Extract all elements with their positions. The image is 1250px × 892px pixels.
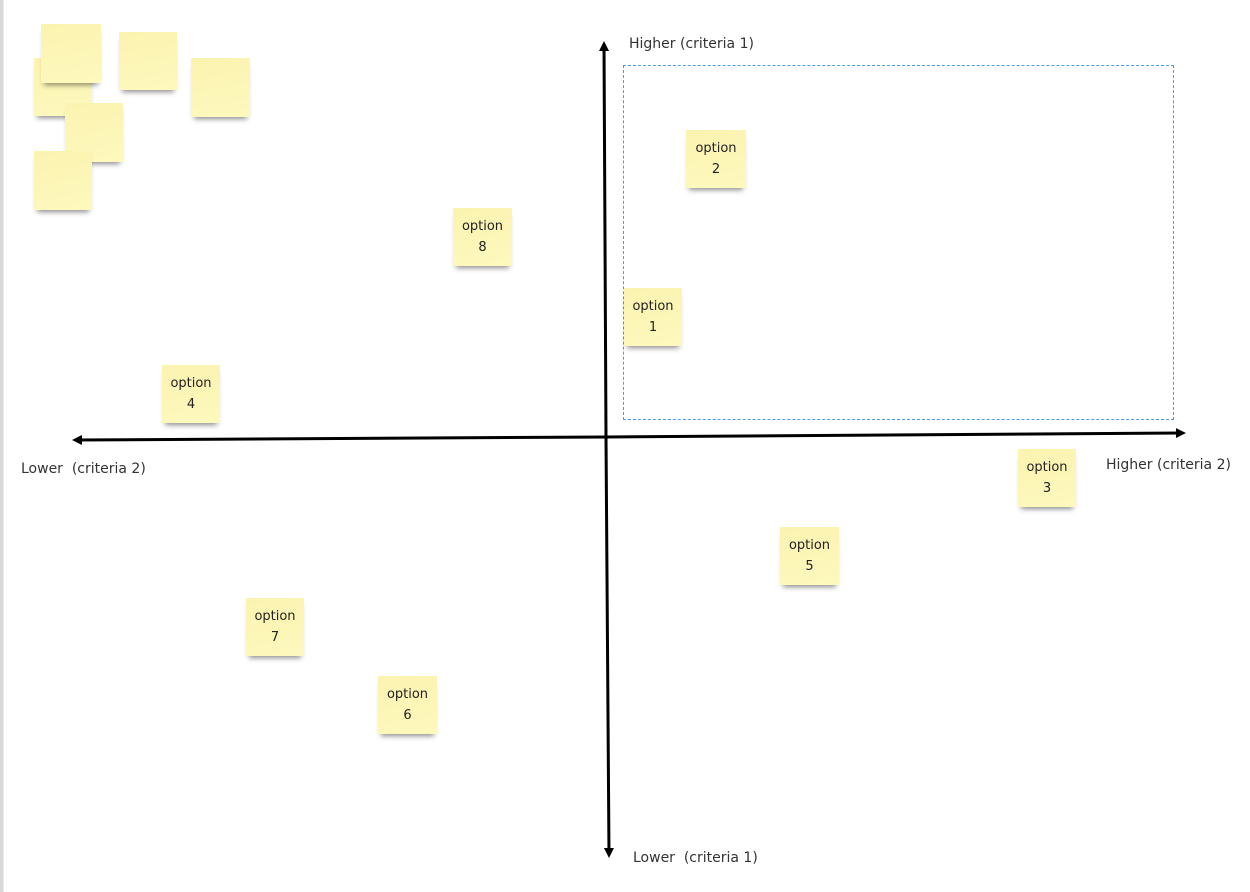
blank-sticky-note[interactable]: [34, 151, 92, 210]
blank-sticky-note[interactable]: [191, 58, 250, 117]
vertical-axis-up-arrow[interactable]: [599, 41, 610, 438]
horizontal-right-label[interactable]: Higher (criteria 2): [1106, 456, 1231, 474]
sticky-text: option: [254, 609, 296, 624]
sticky-text: option: [1026, 460, 1068, 475]
blank-sticky-note[interactable]: [41, 24, 101, 83]
sticky-number: 3: [1042, 481, 1052, 496]
sticky-text: option: [461, 219, 504, 234]
horizontal-left-label[interactable]: Lower (criteria 2): [21, 460, 146, 478]
sticky-number: 4: [186, 397, 196, 412]
sticky-note-option-1[interactable]: option 1: [624, 288, 682, 346]
sticky-note-option-2[interactable]: option 2: [686, 130, 746, 188]
sticky-number: 5: [805, 559, 814, 574]
sticky-text: option: [788, 538, 831, 553]
vertical-bottom-label[interactable]: Lower (criteria 1): [633, 849, 758, 867]
sticky-number: 7: [270, 630, 280, 645]
sticky-note-option-6[interactable]: option 6: [378, 676, 437, 734]
sticky-number: 8: [478, 240, 487, 255]
vertical-axis-down-arrow[interactable]: [603, 436, 614, 858]
sticky-text: option: [632, 299, 674, 314]
sticky-text: option: [170, 376, 212, 391]
sticky-text: option: [695, 141, 737, 156]
sticky-number: 6: [403, 708, 412, 723]
vertical-top-label[interactable]: Higher (criteria 1): [629, 35, 754, 53]
selection-dashed-rectangle[interactable]: [623, 65, 1174, 420]
horizontal-axis-right-arrow[interactable]: [605, 428, 1186, 439]
sticky-note-option-4[interactable]: option 4: [162, 365, 220, 423]
sticky-note-option-5[interactable]: option 5: [780, 527, 839, 585]
sticky-note-option-7[interactable]: option 7: [246, 598, 304, 656]
sticky-number: 1: [648, 320, 658, 335]
horizontal-axis-left-arrow[interactable]: [72, 434, 607, 445]
sticky-note-option-8[interactable]: option 8: [453, 208, 512, 266]
sticky-note-option-3[interactable]: option 3: [1018, 449, 1076, 507]
blank-sticky-note[interactable]: [119, 32, 177, 90]
sticky-text: option: [386, 687, 429, 702]
sticky-number: 2: [711, 162, 721, 177]
